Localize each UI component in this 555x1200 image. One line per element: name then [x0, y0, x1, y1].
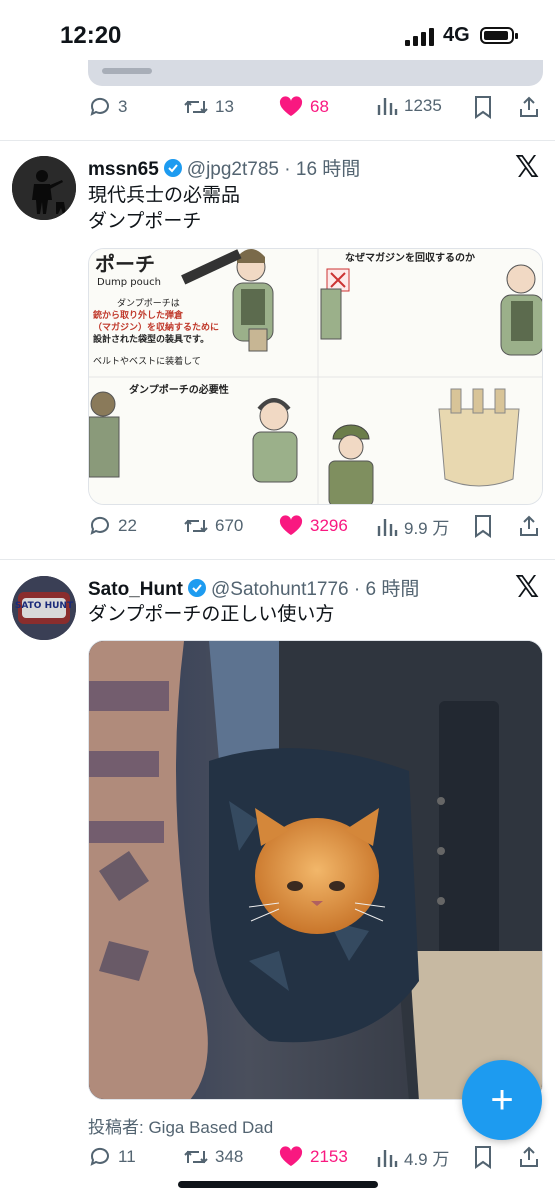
infographic-line: ダンプポーチは: [117, 299, 180, 309]
views-button[interactable]: 4.9 万: [376, 1145, 449, 1170]
view-count: 1235: [404, 96, 442, 115]
reply-button[interactable]: 3: [88, 95, 127, 119]
tweet-actions: 11 348 2153 4.9 万: [88, 1145, 543, 1175]
tweet-time: · 16 時間: [284, 159, 361, 180]
tweet-image-kitten[interactable]: [88, 640, 543, 1100]
battery-icon: [480, 27, 518, 44]
reply-count: 22: [118, 516, 137, 535]
tweet-time: · 6 時間: [353, 579, 420, 600]
retweet-count: 13: [215, 97, 234, 116]
divider: [0, 140, 555, 141]
infographic-line: ベルトやベストに装着して: [93, 357, 201, 367]
verified-badge-icon: [163, 159, 182, 177]
heart-icon: [279, 96, 303, 116]
view-count: 4.9 万: [404, 1150, 450, 1169]
retweet-icon: [184, 1150, 208, 1164]
infographic-heading: なぜマガジンを回収するのか: [345, 253, 475, 264]
previous-media-card[interactable]: [88, 60, 543, 86]
reply-button[interactable]: 11: [88, 1145, 136, 1169]
network-label: 4G: [443, 24, 470, 46]
retweet-count: 670: [215, 516, 244, 535]
infographic-title: ポーチ: [95, 252, 155, 276]
media-credit[interactable]: 投稿者: Giga Based Dad: [88, 1113, 273, 1138]
tweet-text: ダンプポーチの正しい使い方: [88, 604, 335, 625]
tweet-header: mssn65 @jpg2t785 · 16 時間: [88, 154, 360, 181]
retweet-button[interactable]: 670: [183, 514, 243, 538]
views-button[interactable]: 9.9 万: [376, 514, 449, 539]
heart-icon: [279, 1146, 303, 1166]
tweet-text: 現代兵士の必需品 ダンプポーチ: [88, 183, 240, 235]
share-icon: [520, 96, 538, 117]
tweet-image-infographic[interactable]: ポーチ Dump pouch ダンプポーチは 銃から取り外した弾倉 （マガジン）…: [88, 248, 543, 505]
bookmark-button[interactable]: [473, 1145, 493, 1169]
reply-icon: [90, 97, 109, 116]
status-time: 12:20: [60, 22, 122, 49]
infographic-line: 設計された袋型の装具です。: [93, 335, 210, 345]
views-icon: [377, 518, 398, 536]
retweet-icon: [184, 100, 208, 114]
heart-icon: [279, 515, 303, 535]
tweet-text-line: ダンプポーチ: [88, 211, 202, 232]
like-button[interactable]: 3296: [278, 514, 348, 538]
like-count: 3296: [310, 516, 348, 535]
tweet-actions: 22 670 3296 9.9 万: [88, 514, 543, 544]
share-icon: [520, 515, 538, 536]
user-handle[interactable]: @jpg2t785: [187, 159, 279, 180]
avatar-text: SATO HUNT: [14, 601, 74, 611]
infographic-line: （マガジン）を収納するために: [93, 323, 220, 333]
reply-icon: [90, 1147, 109, 1166]
bookmark-icon: [475, 515, 491, 538]
reply-icon: [90, 516, 109, 535]
views-icon: [377, 1149, 398, 1167]
retweet-button[interactable]: 348: [183, 1145, 243, 1169]
share-button[interactable]: [518, 1145, 540, 1169]
kitten-in-pouch-art: [89, 641, 542, 1099]
x-logo-icon[interactable]: 𝕏: [515, 573, 539, 603]
share-icon: [520, 1146, 538, 1167]
infographic-heading: ダンプポーチの必要性: [129, 385, 229, 396]
display-name[interactable]: mssn65: [88, 159, 159, 180]
share-button[interactable]: [518, 514, 540, 538]
previous-tweet-actions: 3 13 68 1235: [88, 95, 543, 125]
avatar[interactable]: SATO HUNT: [12, 576, 76, 640]
like-count: 68: [310, 97, 329, 116]
display-name[interactable]: Sato_Hunt: [88, 579, 183, 600]
plus-icon: +: [490, 1078, 514, 1122]
like-button[interactable]: 68: [278, 95, 329, 119]
retweet-icon: [184, 519, 208, 533]
divider: [0, 559, 555, 560]
reply-count: 11: [118, 1147, 136, 1166]
like-button[interactable]: 2153: [278, 1145, 348, 1169]
home-indicator: [178, 1181, 378, 1188]
infographic-subtitle: Dump pouch: [97, 277, 161, 288]
compose-button[interactable]: +: [462, 1060, 542, 1140]
bookmark-icon: [475, 1146, 491, 1169]
like-count: 2153: [310, 1147, 348, 1166]
verified-badge-icon: [188, 579, 206, 597]
user-handle[interactable]: @Satohunt1776: [211, 579, 349, 600]
tweet-header: Sato_Hunt @Satohunt1776 · 6 時間: [88, 574, 419, 601]
avatar[interactable]: [12, 156, 76, 220]
x-logo-icon[interactable]: 𝕏: [515, 153, 539, 183]
retweet-count: 348: [215, 1147, 244, 1166]
soldier-silhouette-icon: [12, 156, 76, 220]
retweet-button[interactable]: 13: [183, 95, 234, 119]
signal-icon: [405, 28, 434, 46]
reply-button[interactable]: 22: [88, 514, 137, 538]
views-icon: [377, 98, 398, 115]
bookmark-icon: [475, 96, 491, 119]
share-button[interactable]: [518, 95, 540, 119]
tweet-text-line: 現代兵士の必需品: [88, 185, 241, 206]
bookmark-button[interactable]: [473, 95, 493, 119]
infographic-line: 銃から取り外した弾倉: [93, 311, 184, 321]
view-count: 9.9 万: [404, 519, 450, 538]
reply-count: 3: [118, 97, 128, 116]
views-button[interactable]: 1235: [376, 95, 442, 117]
bookmark-button[interactable]: [473, 514, 493, 538]
